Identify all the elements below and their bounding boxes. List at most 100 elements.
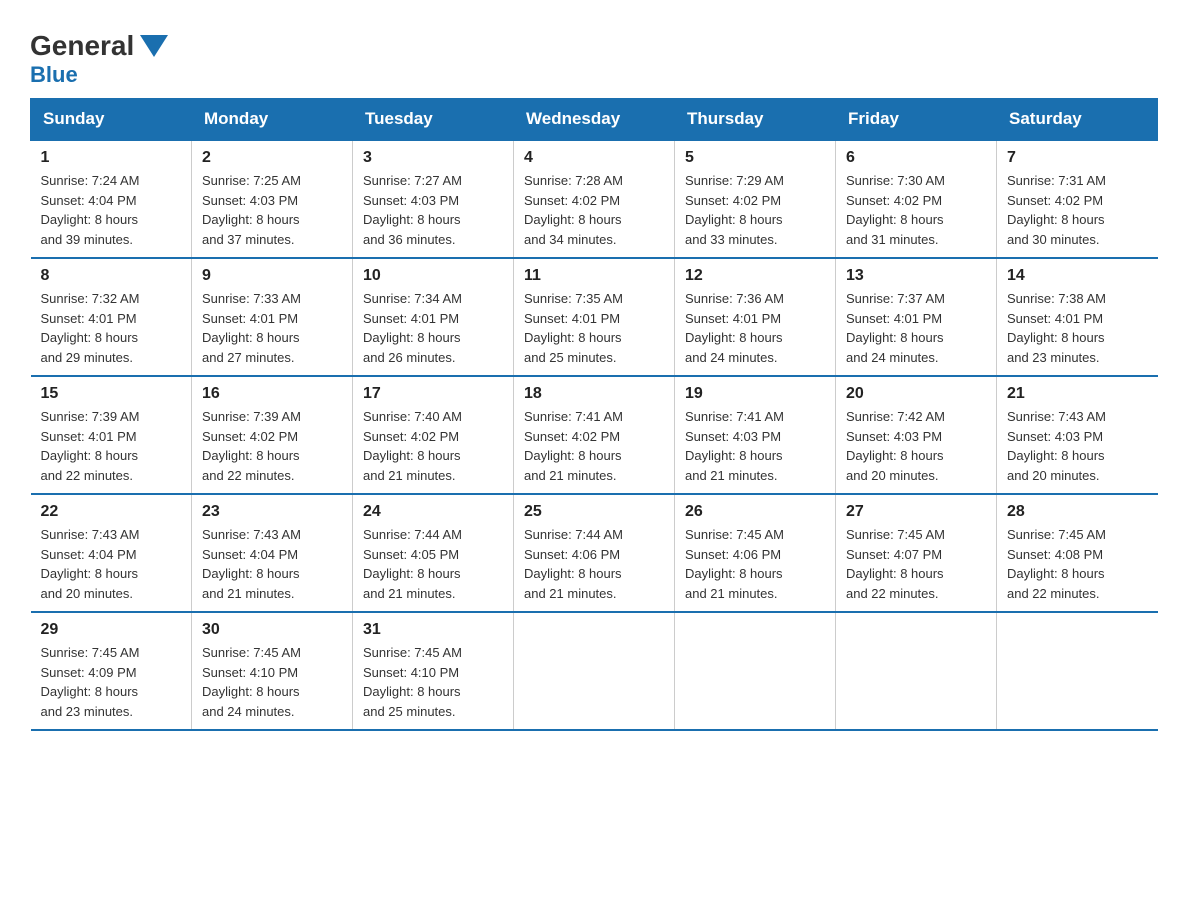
calendar-day-cell: 21 Sunrise: 7:43 AM Sunset: 4:03 PM Dayl… bbox=[997, 376, 1158, 494]
day-number: 12 bbox=[685, 267, 825, 285]
logo: General Blue bbox=[30, 20, 168, 88]
day-info: Sunrise: 7:45 AM Sunset: 4:06 PM Dayligh… bbox=[685, 525, 825, 603]
day-number: 2 bbox=[202, 149, 342, 167]
calendar-day-cell: 19 Sunrise: 7:41 AM Sunset: 4:03 PM Dayl… bbox=[675, 376, 836, 494]
calendar-day-cell: 29 Sunrise: 7:45 AM Sunset: 4:09 PM Dayl… bbox=[31, 612, 192, 730]
day-info: Sunrise: 7:45 AM Sunset: 4:10 PM Dayligh… bbox=[363, 643, 503, 721]
day-info: Sunrise: 7:42 AM Sunset: 4:03 PM Dayligh… bbox=[846, 407, 986, 485]
day-number: 28 bbox=[1007, 503, 1148, 521]
calendar-day-cell: 23 Sunrise: 7:43 AM Sunset: 4:04 PM Dayl… bbox=[192, 494, 353, 612]
day-info: Sunrise: 7:28 AM Sunset: 4:02 PM Dayligh… bbox=[524, 171, 664, 249]
calendar-day-cell: 31 Sunrise: 7:45 AM Sunset: 4:10 PM Dayl… bbox=[353, 612, 514, 730]
day-info: Sunrise: 7:30 AM Sunset: 4:02 PM Dayligh… bbox=[846, 171, 986, 249]
day-info: Sunrise: 7:41 AM Sunset: 4:03 PM Dayligh… bbox=[685, 407, 825, 485]
day-number: 8 bbox=[41, 267, 182, 285]
day-info: Sunrise: 7:31 AM Sunset: 4:02 PM Dayligh… bbox=[1007, 171, 1148, 249]
day-number: 15 bbox=[41, 385, 182, 403]
calendar-table: SundayMondayTuesdayWednesdayThursdayFrid… bbox=[30, 98, 1158, 731]
day-number: 6 bbox=[846, 149, 986, 167]
calendar-day-cell bbox=[836, 612, 997, 730]
day-info: Sunrise: 7:44 AM Sunset: 4:05 PM Dayligh… bbox=[363, 525, 503, 603]
calendar-day-cell: 30 Sunrise: 7:45 AM Sunset: 4:10 PM Dayl… bbox=[192, 612, 353, 730]
day-number: 10 bbox=[363, 267, 503, 285]
day-number: 23 bbox=[202, 503, 342, 521]
calendar-day-cell: 24 Sunrise: 7:44 AM Sunset: 4:05 PM Dayl… bbox=[353, 494, 514, 612]
calendar-day-cell: 25 Sunrise: 7:44 AM Sunset: 4:06 PM Dayl… bbox=[514, 494, 675, 612]
day-number: 26 bbox=[685, 503, 825, 521]
day-info: Sunrise: 7:38 AM Sunset: 4:01 PM Dayligh… bbox=[1007, 289, 1148, 367]
day-number: 31 bbox=[363, 621, 503, 639]
day-number: 27 bbox=[846, 503, 986, 521]
day-number: 5 bbox=[685, 149, 825, 167]
day-number: 22 bbox=[41, 503, 182, 521]
logo-blue-text: Blue bbox=[30, 62, 78, 88]
calendar-week-row: 8 Sunrise: 7:32 AM Sunset: 4:01 PM Dayli… bbox=[31, 258, 1158, 376]
weekday-header-sunday: Sunday bbox=[31, 99, 192, 141]
calendar-day-cell: 20 Sunrise: 7:42 AM Sunset: 4:03 PM Dayl… bbox=[836, 376, 997, 494]
calendar-day-cell: 7 Sunrise: 7:31 AM Sunset: 4:02 PM Dayli… bbox=[997, 140, 1158, 258]
calendar-day-cell: 13 Sunrise: 7:37 AM Sunset: 4:01 PM Dayl… bbox=[836, 258, 997, 376]
day-number: 14 bbox=[1007, 267, 1148, 285]
calendar-day-cell: 12 Sunrise: 7:36 AM Sunset: 4:01 PM Dayl… bbox=[675, 258, 836, 376]
day-info: Sunrise: 7:32 AM Sunset: 4:01 PM Dayligh… bbox=[41, 289, 182, 367]
day-number: 11 bbox=[524, 267, 664, 285]
day-number: 25 bbox=[524, 503, 664, 521]
calendar-day-cell: 22 Sunrise: 7:43 AM Sunset: 4:04 PM Dayl… bbox=[31, 494, 192, 612]
day-info: Sunrise: 7:37 AM Sunset: 4:01 PM Dayligh… bbox=[846, 289, 986, 367]
day-info: Sunrise: 7:27 AM Sunset: 4:03 PM Dayligh… bbox=[363, 171, 503, 249]
day-number: 7 bbox=[1007, 149, 1148, 167]
day-info: Sunrise: 7:34 AM Sunset: 4:01 PM Dayligh… bbox=[363, 289, 503, 367]
calendar-day-cell: 16 Sunrise: 7:39 AM Sunset: 4:02 PM Dayl… bbox=[192, 376, 353, 494]
day-info: Sunrise: 7:25 AM Sunset: 4:03 PM Dayligh… bbox=[202, 171, 342, 249]
calendar-day-cell: 17 Sunrise: 7:40 AM Sunset: 4:02 PM Dayl… bbox=[353, 376, 514, 494]
weekday-header-thursday: Thursday bbox=[675, 99, 836, 141]
calendar-day-cell bbox=[675, 612, 836, 730]
day-info: Sunrise: 7:45 AM Sunset: 4:10 PM Dayligh… bbox=[202, 643, 342, 721]
weekday-header-tuesday: Tuesday bbox=[353, 99, 514, 141]
day-number: 21 bbox=[1007, 385, 1148, 403]
day-info: Sunrise: 7:43 AM Sunset: 4:04 PM Dayligh… bbox=[41, 525, 182, 603]
day-info: Sunrise: 7:40 AM Sunset: 4:02 PM Dayligh… bbox=[363, 407, 503, 485]
calendar-day-cell bbox=[514, 612, 675, 730]
day-number: 9 bbox=[202, 267, 342, 285]
calendar-week-row: 22 Sunrise: 7:43 AM Sunset: 4:04 PM Dayl… bbox=[31, 494, 1158, 612]
calendar-day-cell: 10 Sunrise: 7:34 AM Sunset: 4:01 PM Dayl… bbox=[353, 258, 514, 376]
weekday-header-wednesday: Wednesday bbox=[514, 99, 675, 141]
calendar-week-row: 15 Sunrise: 7:39 AM Sunset: 4:01 PM Dayl… bbox=[31, 376, 1158, 494]
day-info: Sunrise: 7:39 AM Sunset: 4:01 PM Dayligh… bbox=[41, 407, 182, 485]
day-number: 29 bbox=[41, 621, 182, 639]
calendar-day-cell: 6 Sunrise: 7:30 AM Sunset: 4:02 PM Dayli… bbox=[836, 140, 997, 258]
day-info: Sunrise: 7:36 AM Sunset: 4:01 PM Dayligh… bbox=[685, 289, 825, 367]
calendar-day-cell: 2 Sunrise: 7:25 AM Sunset: 4:03 PM Dayli… bbox=[192, 140, 353, 258]
calendar-day-cell: 4 Sunrise: 7:28 AM Sunset: 4:02 PM Dayli… bbox=[514, 140, 675, 258]
day-info: Sunrise: 7:45 AM Sunset: 4:09 PM Dayligh… bbox=[41, 643, 182, 721]
calendar-day-cell: 28 Sunrise: 7:45 AM Sunset: 4:08 PM Dayl… bbox=[997, 494, 1158, 612]
day-number: 13 bbox=[846, 267, 986, 285]
day-number: 20 bbox=[846, 385, 986, 403]
day-number: 19 bbox=[685, 385, 825, 403]
day-info: Sunrise: 7:35 AM Sunset: 4:01 PM Dayligh… bbox=[524, 289, 664, 367]
day-number: 18 bbox=[524, 385, 664, 403]
calendar-week-row: 1 Sunrise: 7:24 AM Sunset: 4:04 PM Dayli… bbox=[31, 140, 1158, 258]
day-number: 3 bbox=[363, 149, 503, 167]
day-info: Sunrise: 7:41 AM Sunset: 4:02 PM Dayligh… bbox=[524, 407, 664, 485]
calendar-day-cell: 3 Sunrise: 7:27 AM Sunset: 4:03 PM Dayli… bbox=[353, 140, 514, 258]
day-info: Sunrise: 7:39 AM Sunset: 4:02 PM Dayligh… bbox=[202, 407, 342, 485]
day-info: Sunrise: 7:43 AM Sunset: 4:03 PM Dayligh… bbox=[1007, 407, 1148, 485]
day-number: 4 bbox=[524, 149, 664, 167]
weekday-header-monday: Monday bbox=[192, 99, 353, 141]
logo-triangle-icon bbox=[140, 35, 168, 57]
weekday-header-row: SundayMondayTuesdayWednesdayThursdayFrid… bbox=[31, 99, 1158, 141]
calendar-day-cell: 15 Sunrise: 7:39 AM Sunset: 4:01 PM Dayl… bbox=[31, 376, 192, 494]
weekday-header-saturday: Saturday bbox=[997, 99, 1158, 141]
day-number: 16 bbox=[202, 385, 342, 403]
calendar-day-cell: 9 Sunrise: 7:33 AM Sunset: 4:01 PM Dayli… bbox=[192, 258, 353, 376]
day-info: Sunrise: 7:24 AM Sunset: 4:04 PM Dayligh… bbox=[41, 171, 182, 249]
calendar-day-cell: 26 Sunrise: 7:45 AM Sunset: 4:06 PM Dayl… bbox=[675, 494, 836, 612]
day-info: Sunrise: 7:33 AM Sunset: 4:01 PM Dayligh… bbox=[202, 289, 342, 367]
day-info: Sunrise: 7:45 AM Sunset: 4:07 PM Dayligh… bbox=[846, 525, 986, 603]
day-number: 17 bbox=[363, 385, 503, 403]
day-info: Sunrise: 7:43 AM Sunset: 4:04 PM Dayligh… bbox=[202, 525, 342, 603]
calendar-day-cell: 18 Sunrise: 7:41 AM Sunset: 4:02 PM Dayl… bbox=[514, 376, 675, 494]
day-info: Sunrise: 7:44 AM Sunset: 4:06 PM Dayligh… bbox=[524, 525, 664, 603]
